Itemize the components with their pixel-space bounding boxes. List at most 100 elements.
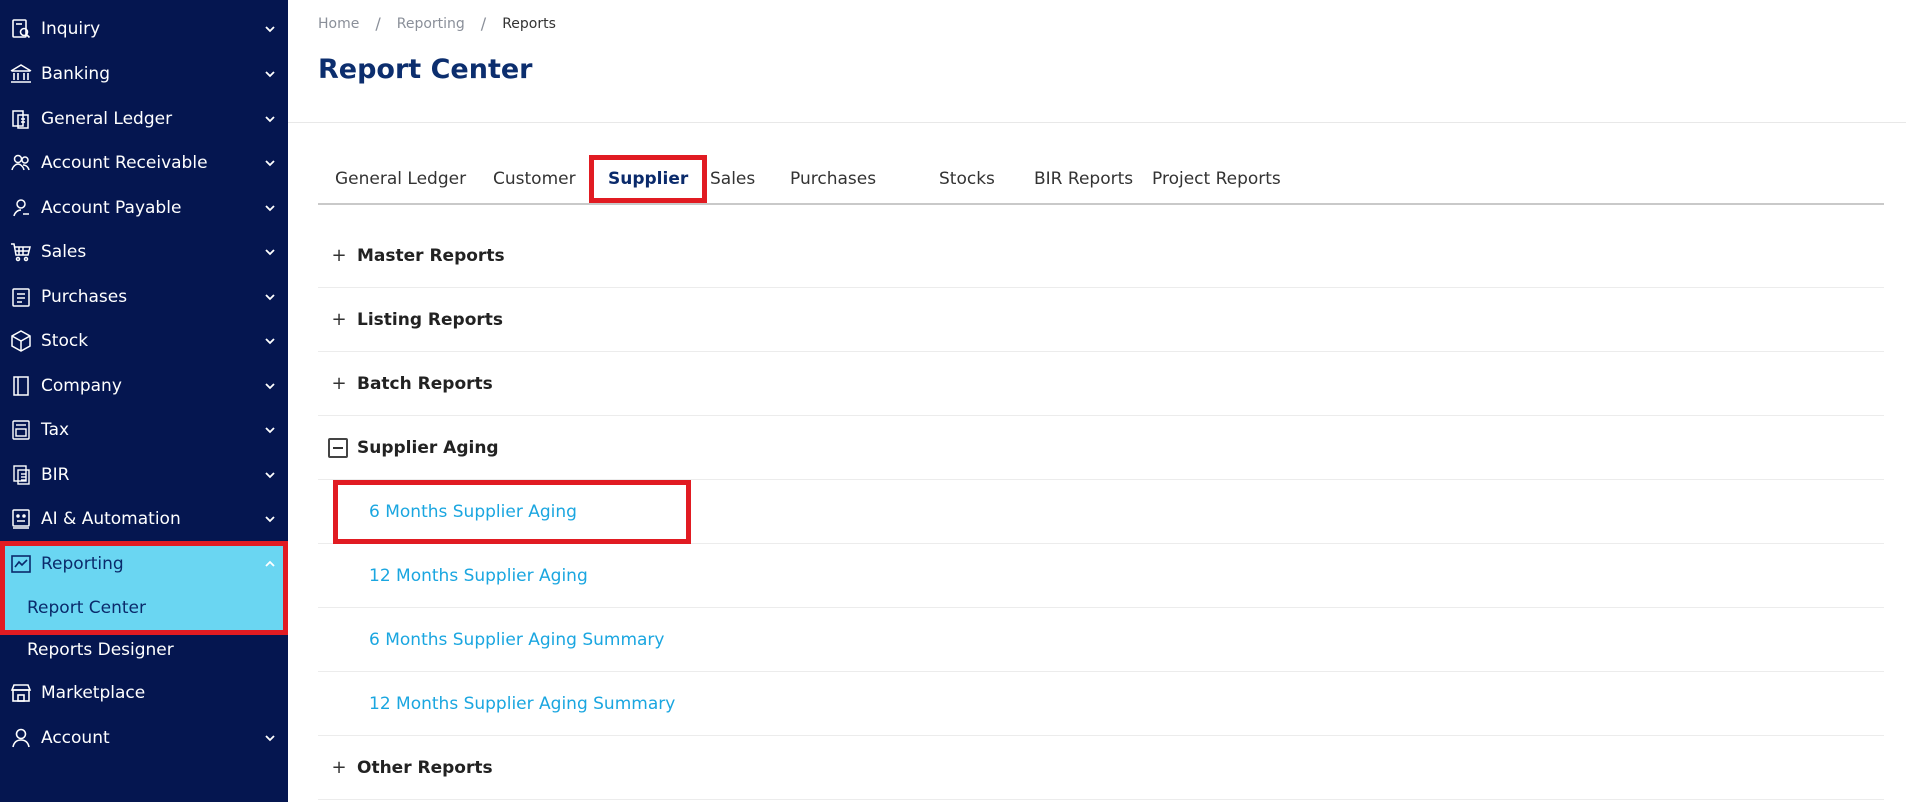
robot-icon (9, 507, 33, 531)
nav-ai-automation[interactable]: AI & Automation (0, 499, 288, 539)
nav-reporting[interactable]: Reporting (0, 544, 288, 584)
nav-stock[interactable]: Stock (0, 321, 288, 361)
section-label: Other Reports (357, 757, 493, 778)
chevron-down-icon (263, 731, 277, 745)
nav-label: Inquiry (41, 19, 101, 39)
nav-label: Company (41, 376, 122, 396)
nav-label: Sales (41, 242, 87, 262)
section-label: Listing Reports (357, 309, 504, 330)
breadcrumb-home[interactable]: Home (318, 16, 359, 32)
nav-label: BIR (41, 465, 70, 485)
breadcrumb: Home / Reporting / Reports (318, 14, 556, 33)
report-tabs: General Ledger Customer Supplier Sales P… (318, 155, 1884, 205)
chevron-down-icon (263, 112, 277, 126)
section-batch-reports[interactable]: + Batch Reports (318, 352, 1884, 416)
nav-label: Reporting (41, 554, 124, 574)
chevron-down-icon (263, 512, 277, 526)
box-icon (9, 329, 33, 353)
sub-item-reports-designer[interactable]: Reports Designer (27, 640, 174, 660)
section-master-reports[interactable]: + Master Reports (318, 224, 1884, 288)
nav-label: General Ledger (41, 109, 173, 129)
breadcrumb-current: Reports (502, 15, 556, 32)
tab-purchases[interactable]: Purchases (790, 155, 876, 203)
tab-stocks[interactable]: Stocks (939, 155, 995, 203)
section-other-reports[interactable]: + Other Reports (318, 736, 1884, 800)
section-label: Supplier Aging (357, 437, 499, 458)
user-icon (9, 726, 33, 750)
tab-customer[interactable]: Customer (493, 155, 576, 203)
report-row: 12 Months Supplier Aging (318, 544, 1884, 608)
nav-label: Marketplace (41, 683, 146, 703)
expand-icon[interactable]: + (330, 310, 348, 329)
chevron-down-icon (263, 423, 277, 437)
tab-general-ledger[interactable]: General Ledger (335, 155, 466, 203)
breadcrumb-separator: / (480, 14, 487, 33)
nav-label: Banking (41, 64, 110, 84)
nav-label: Account Payable (41, 198, 182, 218)
purchases-icon (9, 285, 33, 309)
nav-label: Account Receivable (41, 153, 208, 173)
nav-marketplace[interactable]: Marketplace (0, 673, 288, 713)
chevron-down-icon (263, 468, 277, 482)
expand-icon[interactable]: + (330, 374, 348, 393)
tab-bir-reports[interactable]: BIR Reports (1034, 155, 1133, 203)
receivable-icon (9, 151, 33, 175)
chevron-down-icon (263, 290, 277, 304)
bank-icon (9, 62, 33, 86)
breadcrumb-reporting[interactable]: Reporting (397, 16, 465, 32)
expand-icon[interactable]: + (330, 758, 348, 777)
tab-supplier[interactable]: Supplier (589, 155, 708, 203)
report-row: 12 Months Supplier Aging Summary (318, 672, 1884, 736)
reporting-active-group: Reporting Report Center (0, 541, 288, 635)
section-label: Master Reports (357, 245, 505, 266)
nav-label: Account (41, 728, 110, 748)
nav-company[interactable]: Company (0, 366, 288, 406)
nav-account[interactable]: Account (0, 718, 288, 758)
report-row: 6 Months Supplier Aging Summary (318, 608, 1884, 672)
highlight-box (333, 480, 691, 544)
nav-account-payable[interactable]: Account Payable (0, 188, 288, 228)
expand-icon[interactable]: + (330, 246, 348, 265)
chevron-down-icon (263, 22, 277, 36)
nav-bir[interactable]: BIR (0, 455, 288, 495)
nav-banking[interactable]: Banking (0, 54, 288, 94)
nav-sales[interactable]: Sales (0, 232, 288, 272)
company-icon (9, 374, 33, 398)
collapse-icon[interactable] (328, 437, 348, 458)
inquiry-icon (9, 17, 33, 41)
main-content: Home / Reporting / Reports Report Center… (288, 0, 1906, 802)
nav-purchases[interactable]: Purchases (0, 277, 288, 317)
tab-sales[interactable]: Sales (710, 155, 755, 203)
chevron-down-icon (263, 245, 277, 259)
sub-item-report-center[interactable]: Report Center (27, 598, 146, 618)
nav-inquiry[interactable]: Inquiry (0, 9, 288, 49)
section-label: Batch Reports (357, 373, 493, 394)
section-listing-reports[interactable]: + Listing Reports (318, 288, 1884, 352)
tax-icon (9, 418, 33, 442)
nav-label: AI & Automation (41, 509, 181, 529)
nav-label: Purchases (41, 287, 128, 307)
bir-icon (9, 463, 33, 487)
ledger-icon (9, 107, 33, 131)
page-title: Report Center (318, 54, 533, 85)
chevron-down-icon (263, 201, 277, 215)
section-supplier-aging[interactable]: Supplier Aging (318, 416, 1884, 480)
report-link-12-months-supplier-aging-summary[interactable]: 12 Months Supplier Aging Summary (369, 694, 675, 714)
store-icon (9, 681, 33, 705)
report-link-12-months-supplier-aging[interactable]: 12 Months Supplier Aging (369, 566, 588, 586)
nav-general-ledger[interactable]: General Ledger (0, 99, 288, 139)
header-divider (288, 122, 1906, 123)
sidebar: Inquiry Banking General Ledger Account R… (0, 0, 288, 802)
nav-account-receivable[interactable]: Account Receivable (0, 143, 288, 183)
chevron-down-icon (263, 379, 277, 393)
report-link-6-months-supplier-aging-summary[interactable]: 6 Months Supplier Aging Summary (369, 630, 664, 650)
chevron-down-icon (263, 67, 277, 81)
tab-project-reports[interactable]: Project Reports (1152, 155, 1281, 203)
nav-label: Tax (41, 420, 70, 440)
chevron-up-icon (263, 557, 277, 571)
cart-icon (9, 240, 33, 264)
payable-icon (9, 196, 33, 220)
nav-label: Stock (41, 331, 89, 351)
nav-tax[interactable]: Tax (0, 410, 288, 450)
breadcrumb-separator: / (375, 14, 381, 33)
